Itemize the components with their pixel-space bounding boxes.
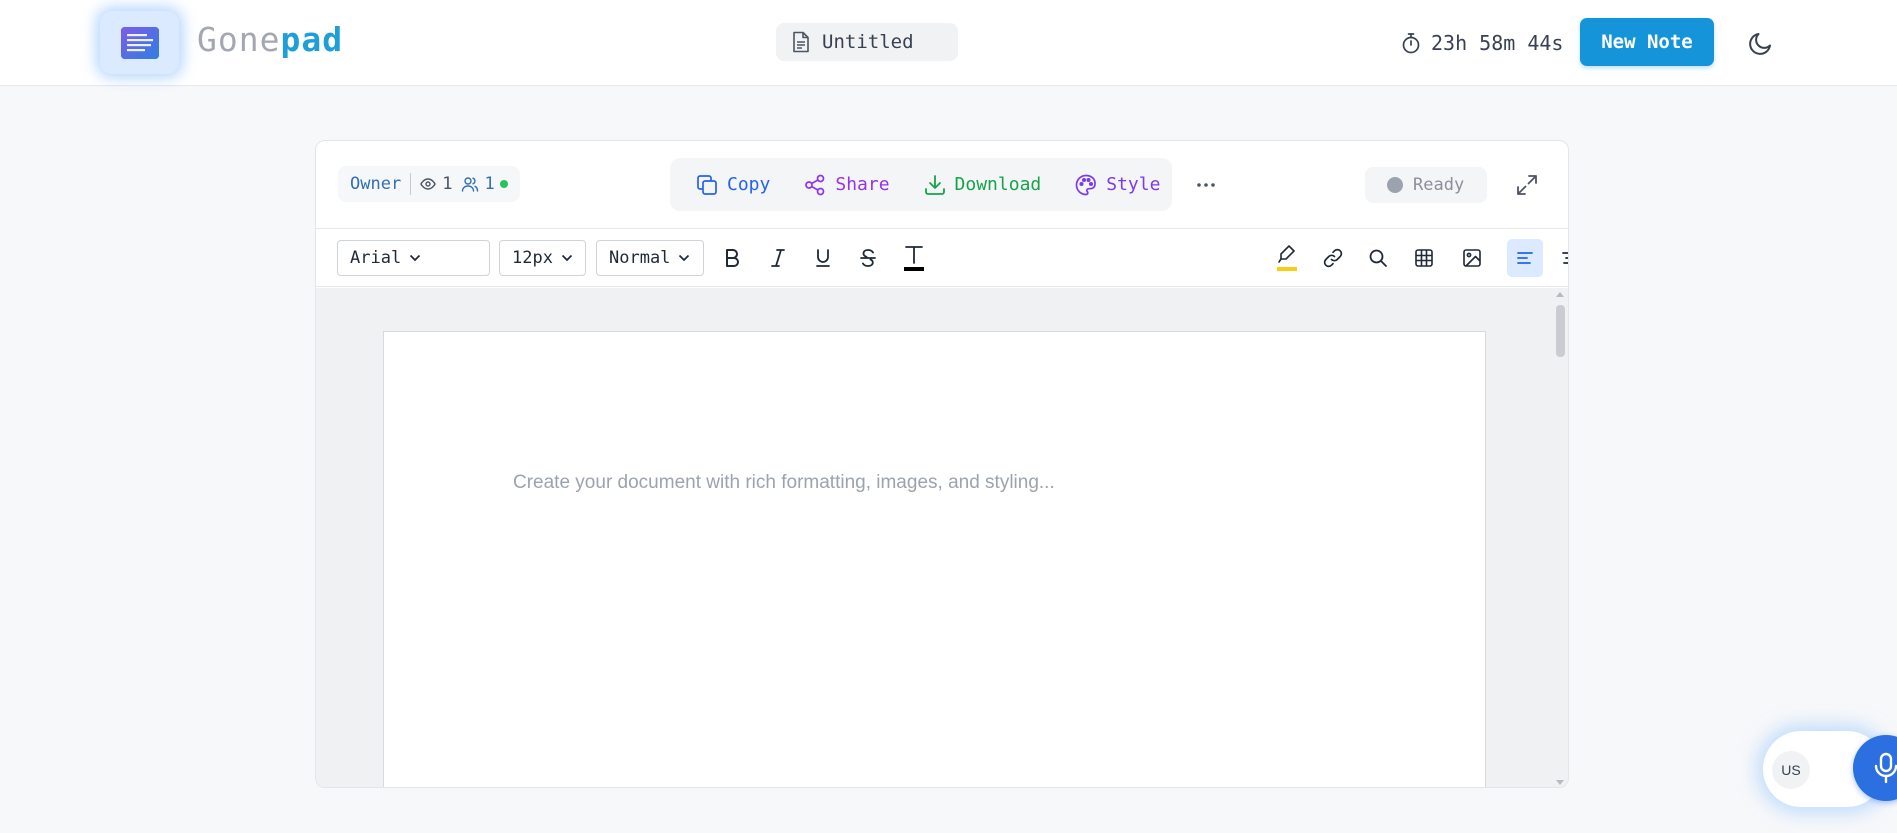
- share-icon: [804, 174, 826, 196]
- style-label: Style: [1106, 174, 1161, 195]
- editor-top-bar: Owner 1 1 Copy Share Download Style Read…: [316, 141, 1568, 229]
- image-button[interactable]: [1454, 239, 1490, 277]
- logo-icon[interactable]: [100, 11, 179, 74]
- status-text: Ready: [1413, 175, 1465, 195]
- document-area: Create your document with rich formattin…: [316, 288, 1568, 787]
- chevron-down-icon: [409, 254, 421, 262]
- document-title[interactable]: Untitled: [776, 23, 958, 61]
- document-title-text: Untitled: [822, 31, 914, 53]
- scroll-up-arrow[interactable]: [1556, 292, 1564, 297]
- palette-icon: [1075, 174, 1097, 196]
- new-note-button[interactable]: New Note: [1580, 18, 1714, 66]
- logo-text-part1: Gone: [197, 20, 281, 59]
- block-style-select[interactable]: Normal: [596, 240, 704, 276]
- share-button[interactable]: Share: [804, 174, 890, 196]
- copy-label: Copy: [727, 174, 771, 195]
- language-selector[interactable]: US: [1772, 751, 1810, 789]
- expiry-timer: 23h 58m 44s: [1401, 29, 1563, 57]
- document-page[interactable]: Create your document with rich formattin…: [383, 331, 1486, 787]
- scroll-down-arrow[interactable]: [1556, 780, 1564, 785]
- text-color-icon: [904, 246, 924, 271]
- online-status-dot: [499, 180, 508, 188]
- divider: [410, 173, 412, 195]
- download-button[interactable]: Download: [924, 174, 1042, 196]
- editor-card: Owner 1 1 Copy Share Download Style Read…: [315, 140, 1569, 788]
- app-header: Gonepad Untitled 23h 58m 44s New Note: [0, 0, 1897, 86]
- align-left-button[interactable]: [1507, 239, 1543, 277]
- italic-icon: [771, 249, 785, 267]
- underline-button[interactable]: [805, 239, 841, 277]
- save-status: Ready: [1365, 167, 1487, 203]
- logo-text-part2: pad: [280, 20, 344, 59]
- highlight-button[interactable]: [1269, 239, 1305, 277]
- align-center-button[interactable]: [1552, 239, 1568, 277]
- fullscreen-icon[interactable]: [1514, 172, 1540, 198]
- table-icon: [1415, 249, 1433, 267]
- text-color-button[interactable]: [896, 239, 932, 277]
- bold-button[interactable]: [714, 239, 750, 277]
- bold-icon: [726, 249, 739, 267]
- chevron-down-icon: [678, 254, 690, 262]
- user-count-text: 1: [484, 174, 495, 194]
- font-family-select[interactable]: Arial: [337, 240, 490, 276]
- chevron-down-icon: [561, 254, 573, 262]
- strikethrough-button[interactable]: [850, 239, 886, 277]
- viewer-count-text: 1: [442, 174, 453, 194]
- user-count: 1: [461, 174, 508, 194]
- viewer-count: 1: [420, 174, 452, 194]
- logo-wordmark[interactable]: Gonepad: [197, 20, 343, 59]
- image-icon: [1463, 249, 1481, 267]
- italic-button[interactable]: [760, 239, 796, 277]
- download-icon: [924, 174, 946, 196]
- dark-mode-toggle-icon[interactable]: [1746, 28, 1776, 58]
- search-button[interactable]: [1360, 239, 1396, 277]
- block-style-value: Normal: [609, 248, 671, 268]
- editor-placeholder[interactable]: Create your document with rich formattin…: [513, 472, 1055, 494]
- scrollbar-thumb[interactable]: [1556, 305, 1565, 357]
- align-center-icon: [1562, 252, 1568, 264]
- formatting-toolbar: Arial 12px Normal: [316, 229, 1568, 287]
- timer-text: 23h 58m 44s: [1431, 31, 1564, 55]
- download-label: Download: [954, 174, 1042, 195]
- link-icon: [1323, 248, 1343, 268]
- underline-icon: [816, 249, 830, 267]
- style-button[interactable]: Style: [1075, 174, 1160, 196]
- role-label: Owner: [350, 174, 402, 194]
- action-toolbar: Copy Share Download Style: [670, 158, 1172, 211]
- copy-button[interactable]: Copy: [696, 174, 770, 196]
- vertical-scrollbar[interactable]: [1552, 288, 1568, 787]
- font-size-value: 12px: [512, 248, 553, 268]
- highlighter-icon: [1277, 245, 1297, 271]
- strikethrough-icon: [860, 249, 876, 267]
- users-icon: [461, 176, 479, 192]
- eye-icon: [420, 178, 436, 190]
- table-button[interactable]: [1406, 239, 1442, 277]
- link-button[interactable]: [1315, 239, 1351, 277]
- microphone-icon: [1874, 752, 1897, 784]
- presence-indicator: Owner 1 1: [338, 166, 520, 202]
- font-family-value: Arial: [350, 248, 402, 268]
- status-dot: [1387, 177, 1403, 193]
- document-icon: [792, 31, 810, 53]
- search-icon: [1369, 249, 1387, 267]
- font-size-select[interactable]: 12px: [499, 240, 586, 276]
- share-label: Share: [835, 174, 890, 195]
- copy-icon: [696, 174, 718, 196]
- align-left-icon: [1517, 252, 1533, 264]
- more-options-icon[interactable]: [1193, 172, 1219, 198]
- timer-icon: [1401, 32, 1421, 54]
